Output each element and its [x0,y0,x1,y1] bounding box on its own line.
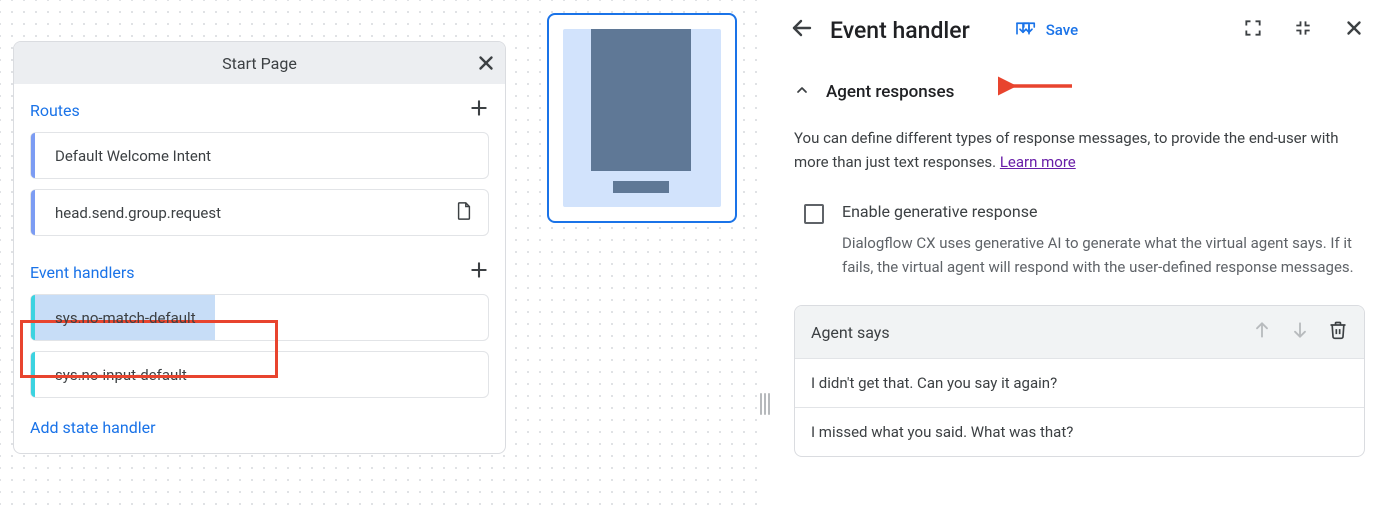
accent-bar [31,352,35,397]
minimap-viewport [563,29,721,207]
agent-says-header: Agent says [795,306,1364,358]
add-state-handler-row: Add state handler [14,408,505,453]
checkbox-label: Enable generative response [842,202,1365,221]
close-icon[interactable] [1343,17,1365,43]
delete-icon[interactable] [1328,320,1348,344]
event-handler-item[interactable]: sys.no-input-default [30,351,489,398]
fullscreen-enter-icon[interactable] [1243,18,1263,42]
route-item[interactable]: head.send.group.request [30,189,489,236]
agent-says-card: Agent says I didn't get that. Can you sa… [794,305,1365,457]
enable-generative-checkbox[interactable] [804,204,824,224]
annotation-arrow-icon [998,72,1076,100]
agent-response-line[interactable]: I missed what you said. What was that? [795,407,1364,456]
route-item[interactable]: Default Welcome Intent [30,132,489,179]
move-down-icon[interactable] [1290,320,1310,344]
save-label: Save [1046,21,1078,39]
accent-bar [31,190,35,235]
checkbox-description: Dialogflow CX uses generative AI to gene… [842,231,1365,279]
event-handler-item[interactable]: sys.no-match-default [30,294,489,341]
route-label: Default Welcome Intent [55,147,211,165]
event-handlers-section-header: Event handlers [14,246,505,294]
page-card-title: Start Page [222,54,297,73]
enable-generative-row: Enable generative response Dialogflow CX… [786,202,1373,279]
back-arrow-icon[interactable] [790,16,814,44]
accordion-label: Agent responses [826,82,954,102]
move-up-icon[interactable] [1252,320,1272,344]
add-route-button[interactable] [469,98,489,122]
agent-responses-accordion-header[interactable]: Agent responses [786,82,1373,102]
add-state-handler-link[interactable]: Add state handler [30,418,156,437]
routes-label[interactable]: Routes [30,101,80,120]
routes-section-header: Routes [14,84,505,132]
page-card-header: Start Page [14,42,505,84]
panel-title: Event handler [830,17,970,44]
fullscreen-exit-icon[interactable] [1293,18,1313,42]
save-button[interactable]: Save [1014,21,1078,39]
minimap-page-shape [591,29,691,171]
close-icon[interactable] [475,52,497,74]
event-handler-label: sys.no-match-default [55,309,196,327]
event-handler-label: sys.no-input-default [55,366,187,384]
accent-bar [31,133,35,178]
routes-list: Default Welcome Intent head.send.group.r… [14,132,505,236]
document-icon [456,202,472,224]
add-event-handler-button[interactable] [469,260,489,284]
event-handler-panel: Event handler Save Agent responses You c… [786,0,1373,508]
section-description: You can define different types of respon… [786,126,1373,174]
event-handlers-label[interactable]: Event handlers [30,263,135,282]
page-card: Start Page Routes Default Welcome Intent… [13,41,506,454]
panel-splitter-handle[interactable] [758,388,772,420]
chevron-up-icon [794,82,810,102]
agent-says-title: Agent says [811,323,1234,342]
minimap-page-shape [613,181,669,193]
agent-response-line[interactable]: I didn't get that. Can you say it again? [795,358,1364,407]
event-handlers-list: sys.no-match-default sys.no-input-defaul… [14,294,505,398]
route-label: head.send.group.request [55,204,221,222]
flow-canvas: Start Page Routes Default Welcome Intent… [0,0,758,508]
panel-header: Event handler Save [786,16,1373,44]
minimap-card[interactable] [547,13,737,223]
learn-more-link[interactable]: Learn more [1000,153,1076,171]
